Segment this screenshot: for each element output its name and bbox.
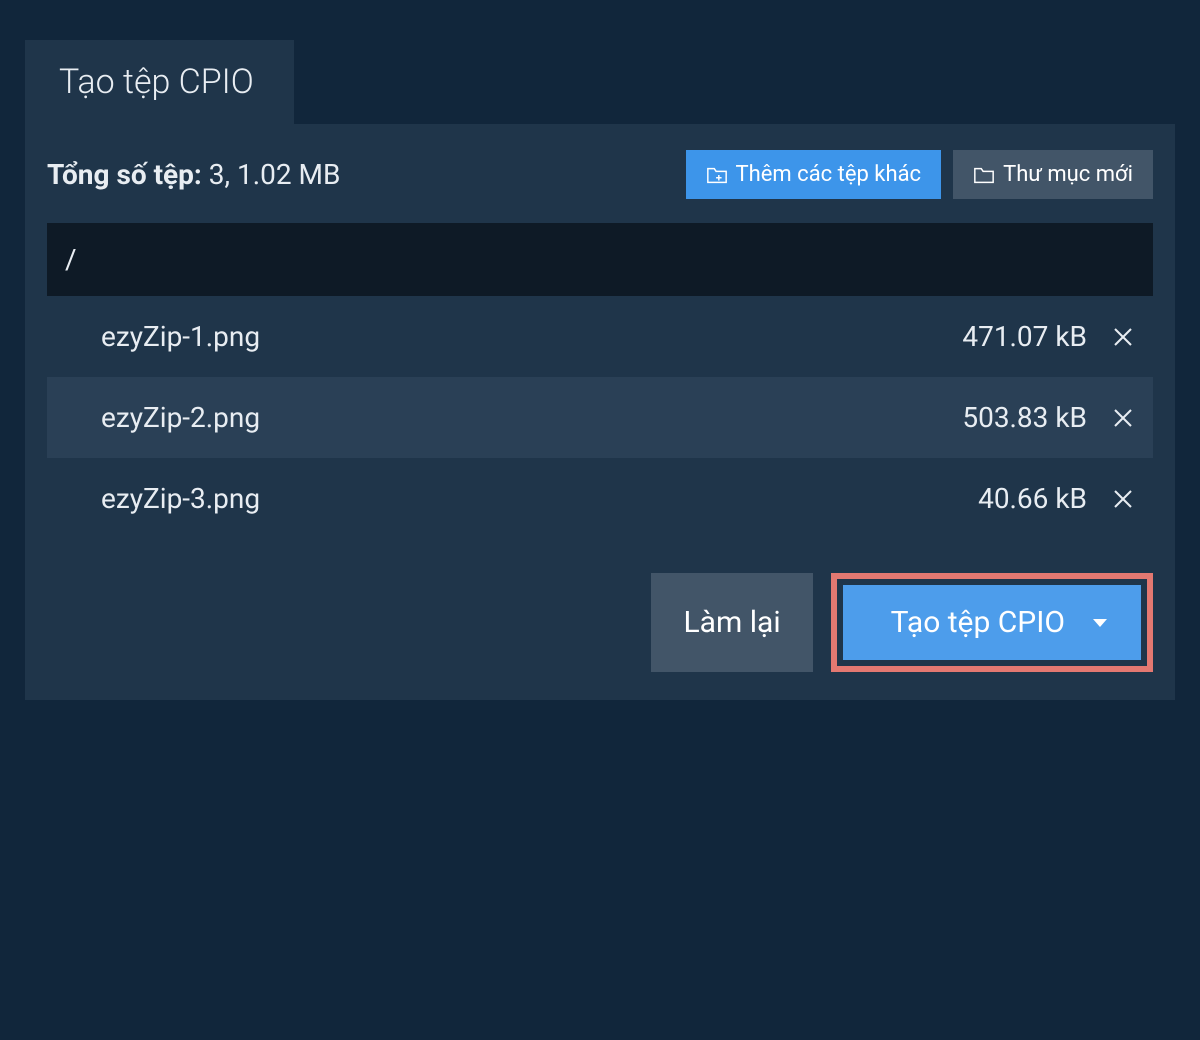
- folder-plus-icon: [706, 165, 728, 185]
- header-buttons: Thêm các tệp khác Thư mục mới: [686, 150, 1153, 199]
- file-row: ezyZip-3.png 40.66 kB: [47, 458, 1153, 539]
- reset-label: Làm lại: [683, 605, 780, 640]
- cpio-panel: Tạo tệp CPIO Tổng số tệp: 3, 1.02 MB Thê…: [25, 40, 1175, 700]
- card-body: Tổng số tệp: 3, 1.02 MB Thêm các tệp khá…: [25, 124, 1175, 700]
- file-name: ezyZip-1.png: [101, 320, 260, 353]
- create-cpio-button[interactable]: Tạo tệp CPIO: [843, 585, 1141, 660]
- create-label: Tạo tệp CPIO: [891, 605, 1065, 640]
- reset-button[interactable]: Làm lại: [651, 573, 812, 672]
- file-name: ezyZip-3.png: [101, 482, 260, 515]
- tab-create-cpio[interactable]: Tạo tệp CPIO: [25, 40, 294, 124]
- new-folder-button[interactable]: Thư mục mới: [953, 150, 1153, 199]
- file-row: ezyZip-1.png 471.07 kB: [47, 296, 1153, 377]
- file-size: 471.07 kB: [962, 320, 1087, 353]
- footer-row: Làm lại Tạo tệp CPIO: [47, 573, 1153, 672]
- file-name: ezyZip-2.png: [101, 401, 260, 434]
- file-size: 40.66 kB: [978, 482, 1087, 515]
- tab-label: Tạo tệp CPIO: [59, 62, 254, 102]
- path-bar[interactable]: /: [47, 223, 1153, 296]
- create-button-highlight: Tạo tệp CPIO: [831, 573, 1153, 672]
- file-right: 471.07 kB: [962, 320, 1135, 353]
- path-text: /: [65, 243, 77, 276]
- file-size: 503.83 kB: [962, 401, 1087, 434]
- file-row: ezyZip-2.png 503.83 kB: [47, 377, 1153, 458]
- total-files-label: Tổng số tệp:: [47, 158, 202, 191]
- total-files-value: 3, 1.02 MB: [209, 158, 341, 191]
- close-icon[interactable]: [1111, 325, 1135, 349]
- close-icon[interactable]: [1111, 406, 1135, 430]
- caret-down-icon: [1093, 619, 1107, 627]
- new-folder-label: Thư mục mới: [1003, 162, 1133, 187]
- total-files: Tổng số tệp: 3, 1.02 MB: [47, 158, 340, 191]
- add-files-label: Thêm các tệp khác: [736, 162, 922, 187]
- header-row: Tổng số tệp: 3, 1.02 MB Thêm các tệp khá…: [47, 150, 1153, 199]
- folder-icon: [973, 165, 995, 185]
- close-icon[interactable]: [1111, 487, 1135, 511]
- add-files-button[interactable]: Thêm các tệp khác: [686, 150, 942, 199]
- file-right: 40.66 kB: [978, 482, 1135, 515]
- file-right: 503.83 kB: [962, 401, 1135, 434]
